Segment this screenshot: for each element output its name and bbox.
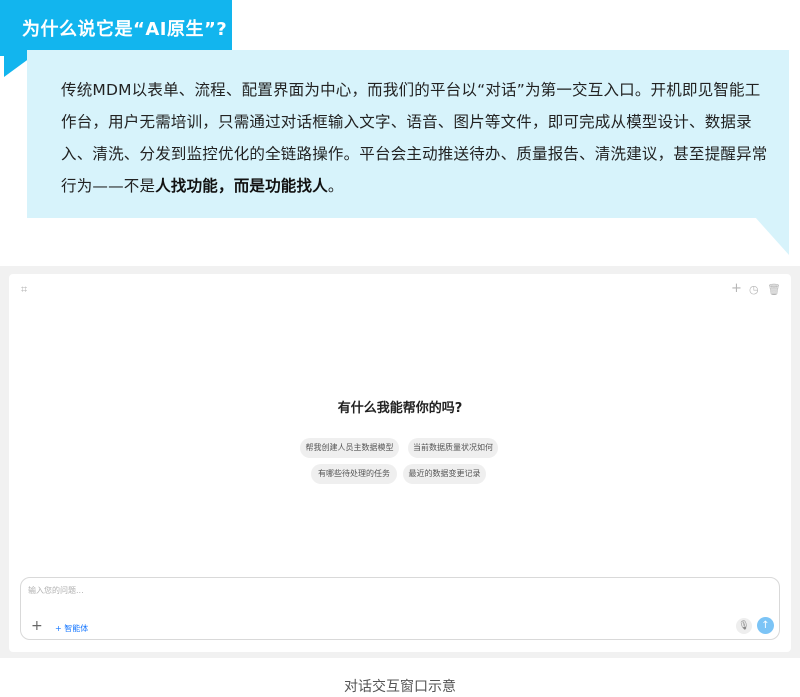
figure-caption: 对话交互窗口示意 xyxy=(344,679,456,695)
chat-window: ⌗ + ◷ 🗑 有什么我能帮你的吗? 帮我创建人员主数据模型 当前数据质量状况如… xyxy=(9,274,791,652)
suggestion-chip[interactable]: 有哪些待处理的任务 xyxy=(311,464,397,484)
attach-plus-icon[interactable]: + xyxy=(31,619,43,633)
chat-input[interactable] xyxy=(28,582,528,598)
callout-body-emphasis: 人找功能，而是功能找人 xyxy=(155,177,328,195)
send-arrow-icon[interactable]: ↑ xyxy=(757,617,774,634)
callout-bubble-tail xyxy=(755,217,789,255)
screenshot-frame: ⌗ + ◷ 🗑 有什么我能帮你的吗? 帮我创建人员主数据模型 当前数据质量状况如… xyxy=(0,266,800,658)
callout-title-tab: 为什么说它是“AI原生”? xyxy=(0,0,232,56)
callout-body-end: 。 xyxy=(327,177,344,195)
suggestion-chip[interactable]: 最近的数据变更记录 xyxy=(403,464,486,484)
suggestion-chip[interactable]: 帮我创建人员主数据模型 xyxy=(300,438,399,458)
suggestion-chip[interactable]: 当前数据质量状况如何 xyxy=(408,438,498,458)
callout-title: 为什么说它是“AI原生”? xyxy=(22,19,228,40)
new-chat-plus-icon[interactable]: + xyxy=(731,282,742,295)
callout-body: 传统MDM以表单、流程、配置界面为中心，而我们的平台以“对话”为第一交互入口。开… xyxy=(61,74,773,202)
chat-input-box: + + 智能体 🎙 ↑ xyxy=(20,577,780,640)
microphone-icon[interactable]: 🎙 xyxy=(736,618,752,634)
callout-bubble: 传统MDM以表单、流程、配置界面为中心，而我们的平台以“对话”为第一交互入口。开… xyxy=(27,50,789,218)
history-icon[interactable]: ◷ xyxy=(749,284,759,296)
welcome-title: 有什么我能帮你的吗? xyxy=(337,401,463,416)
intro-callout: 为什么说它是“AI原生”? 传统MDM以表单、流程、配置界面为中心，而我们的平台… xyxy=(0,0,800,265)
crop-icon[interactable]: ⌗ xyxy=(21,284,27,296)
trash-icon[interactable]: 🗑 xyxy=(767,284,781,296)
agent-button[interactable]: + 智能体 xyxy=(55,623,88,634)
